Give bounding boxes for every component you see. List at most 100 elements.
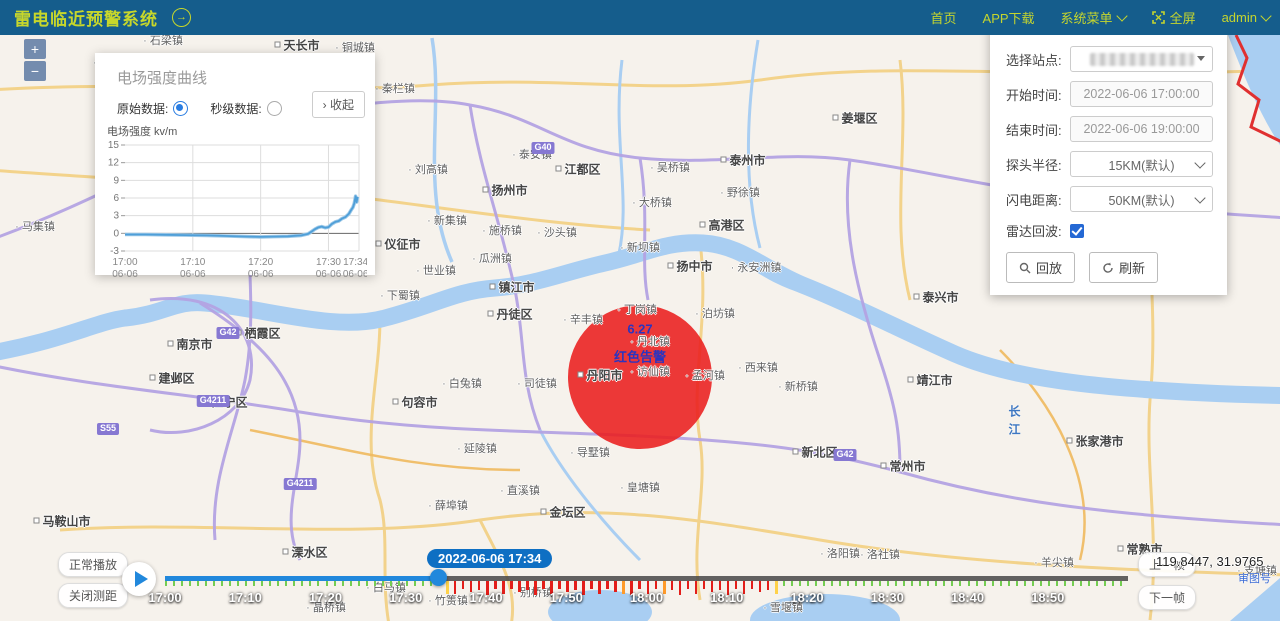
nav-app-download[interactable]: APP下载	[983, 8, 1035, 27]
cursor-coordinates: 119.8447, 31.9765	[1156, 554, 1263, 569]
chevron-down-icon	[1116, 10, 1127, 21]
map-label-town: 永安洲镇	[731, 259, 782, 275]
map-label-town: 洛阳镇	[820, 545, 860, 561]
map-label-town: 别桥镇	[513, 584, 553, 600]
app-title: 雷电临近预警系统	[14, 5, 158, 30]
map-label-town: 导墅镇	[570, 444, 610, 460]
map-label-town: 刘高镇	[408, 161, 448, 177]
map-label-town: 直溪镇	[500, 482, 540, 498]
lightning-distance-select[interactable]: 50KM(默认)	[1070, 186, 1213, 212]
map-label-city: 建邺区	[149, 370, 194, 387]
station-select[interactable]	[1070, 46, 1213, 72]
close-ranging-button[interactable]: 关闭测距	[58, 583, 128, 608]
chevron-down-icon	[1194, 192, 1205, 203]
next-frame-button[interactable]: 下一帧	[1138, 585, 1196, 610]
map-label-town: 瓜洲镇	[472, 250, 512, 266]
playback-button[interactable]: 回放	[1006, 252, 1075, 283]
river-label: 长江	[1006, 405, 1023, 441]
svg-text:17:34: 17:34	[343, 257, 367, 268]
probe-radius-select[interactable]: 15KM(默认)	[1070, 151, 1213, 177]
map-label-city: 溧水区	[282, 544, 327, 561]
station-lightning-panel: 站点附近闪电过程 选择站点: 开始时间: 2022-06-06 17:00:00…	[990, 7, 1227, 295]
censored-station-name	[1090, 53, 1194, 66]
svg-text:06-06: 06-06	[112, 269, 138, 280]
map-label-town: 新桥镇	[778, 378, 818, 394]
probe-radius-label: 探头半径:	[1006, 155, 1070, 174]
map-label-town: 薛埠镇	[428, 497, 468, 513]
nav-fullscreen[interactable]: 全屏	[1152, 8, 1196, 27]
lightning-distance-label: 闪电距离:	[1006, 190, 1070, 209]
map-label-city: 丹阳市	[577, 367, 622, 384]
timeline-slider-handle[interactable]	[430, 569, 447, 586]
play-icon	[135, 571, 148, 587]
lightning-warning-app: 天长市扬州市泰州市江都区高港区仪征市镇江市扬中市泰兴市靖江市丹徒区南京市栖霞区建…	[0, 0, 1280, 621]
start-time-input[interactable]: 2022-06-06 17:00:00	[1070, 81, 1213, 107]
fullscreen-icon	[1152, 11, 1165, 24]
zoom-in-button[interactable]: +	[24, 39, 46, 59]
station-select-label: 选择站点:	[1006, 50, 1070, 69]
timeline-track[interactable]	[165, 576, 1128, 581]
map-label-town: 羊尖镇	[1034, 554, 1074, 570]
map-label-city: 南京市	[167, 336, 212, 353]
svg-text:06-06: 06-06	[180, 269, 206, 280]
map-label-city: 扬中市	[667, 258, 712, 275]
road-shield: G42	[216, 327, 239, 339]
map-label-city: 泰州市	[720, 152, 765, 169]
map-label-city: 镇江市	[489, 279, 534, 296]
nav-system-menu[interactable]: 系统菜单	[1061, 8, 1126, 27]
nav-home[interactable]: 首页	[931, 8, 957, 27]
road-shield: G4211	[197, 395, 230, 407]
map-label-town: 洛社镇	[860, 546, 900, 562]
map-label-city: 常州市	[880, 458, 925, 475]
svg-text:6: 6	[113, 193, 119, 204]
alert-value: 6.27	[627, 322, 652, 337]
radar-echo-label: 雷达回波:	[1006, 221, 1070, 240]
map-label-city: 江都区	[555, 161, 600, 178]
map-label-town: 秦栏镇	[375, 80, 415, 96]
top-bar: 雷电临近预警系统 → 首页 APP下载 系统菜单 全屏 admin	[0, 0, 1280, 35]
svg-text:17:20: 17:20	[248, 257, 273, 268]
play-mode-button[interactable]: 正常播放	[58, 552, 128, 577]
radio-second-data[interactable]: 秒级数据:	[210, 100, 281, 117]
end-time-input[interactable]: 2022-06-06 19:00:00	[1070, 116, 1213, 142]
map-label-city: 扬州市	[482, 182, 527, 199]
map-label-town: 马集镇	[15, 218, 55, 234]
map-label-town: 白马镇	[366, 579, 406, 595]
svg-text:9: 9	[113, 175, 119, 186]
panel-title: 电场强度曲线	[117, 67, 375, 88]
sidebar-toggle-icon[interactable]: →	[172, 8, 191, 27]
radio-dot-unchecked[interactable]	[267, 101, 282, 116]
map-label-town: 丁岗镇	[617, 301, 657, 317]
map-attribution: 审图号	[1238, 570, 1271, 586]
chart-y-axis-title: 电场强度 kv/m	[107, 123, 375, 139]
radio-raw-data[interactable]: 原始数据:	[117, 100, 188, 117]
collapse-panel-button[interactable]: › 收起	[312, 91, 365, 118]
map-label-town: 新坝镇	[620, 239, 660, 255]
map-label-city: 仪征市	[375, 236, 420, 253]
svg-text:17:10: 17:10	[180, 257, 205, 268]
start-time-label: 开始时间:	[1006, 85, 1070, 104]
map-label-city: 天长市	[274, 37, 319, 54]
map-label-town: 世业镇	[416, 262, 456, 278]
svg-text:06-06: 06-06	[248, 269, 274, 280]
map-label-town: 泊坊镇	[695, 305, 735, 321]
refresh-button[interactable]: 刷新	[1089, 252, 1158, 283]
magnifier-icon	[1019, 262, 1031, 274]
road-shield: G42	[833, 449, 856, 461]
chevron-down-icon	[1194, 157, 1205, 168]
map-zoom-control: + −	[24, 39, 46, 83]
zoom-out-button[interactable]: −	[24, 61, 46, 81]
svg-text:06-06: 06-06	[316, 269, 342, 280]
road-shield: G4211	[284, 478, 317, 490]
map-label-city: 姜堰区	[832, 110, 877, 127]
map-label-town: 延陵镇	[457, 440, 497, 456]
map-label-town: 晶桥镇	[306, 599, 346, 615]
field-strength-panel: 电场强度曲线 原始数据: 秒级数据: › 收起 电场强度 kv/m 151296…	[95, 53, 375, 275]
nav-user-admin[interactable]: admin	[1222, 10, 1270, 25]
play-button[interactable]	[122, 562, 156, 596]
svg-text:0: 0	[113, 228, 119, 239]
radar-echo-checkbox[interactable]	[1070, 224, 1084, 238]
radio-dot-checked[interactable]	[173, 101, 188, 116]
svg-text:3: 3	[113, 211, 119, 222]
road-shield: G40	[531, 142, 554, 154]
